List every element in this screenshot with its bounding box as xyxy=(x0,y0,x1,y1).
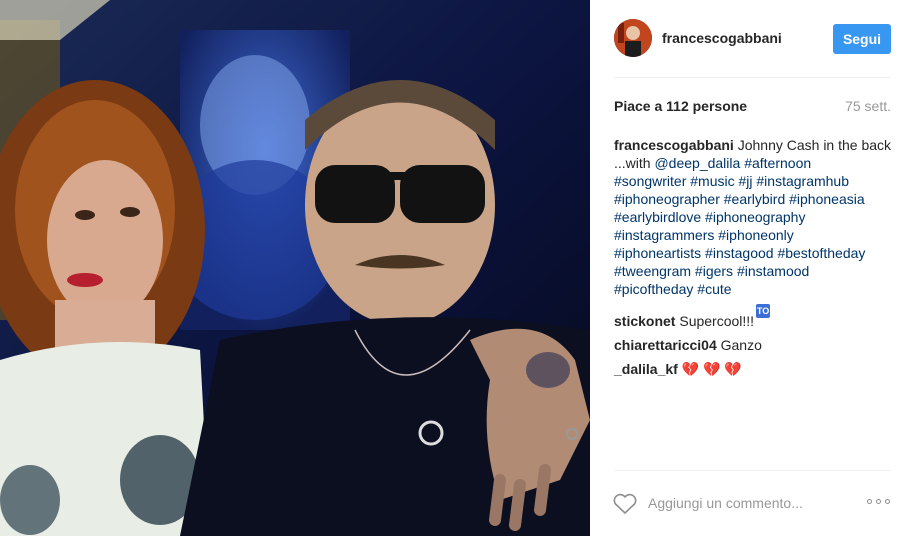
author-username[interactable]: francescogabbani xyxy=(662,30,782,46)
header-divider xyxy=(614,77,891,78)
hashtags[interactable]: #songwriter #music #jj #instagramhub xyxy=(614,173,849,189)
post-photo[interactable] xyxy=(0,0,590,536)
comment-item: _dalila_kf 💔 💔 💔 xyxy=(614,360,900,378)
footer-divider xyxy=(614,470,891,471)
post-sidebar: francescogabbani Segui Piace a 112 perso… xyxy=(590,0,903,536)
caption-line-8: #tweengram #igers #instamood xyxy=(614,262,900,280)
caption-line-3: #songwriter #music #jj #instagramhub xyxy=(614,172,900,190)
post-footer xyxy=(612,490,891,518)
comment-item: chiarettaricci04 Ganzo xyxy=(614,336,900,354)
hashtags[interactable]: #picoftheday #cute xyxy=(614,281,732,297)
caption-line-4: #iphoneographer #earlybird #iphoneasia xyxy=(614,190,900,208)
caption-username[interactable]: francescogabbani xyxy=(614,137,734,153)
add-comment-input[interactable] xyxy=(648,492,848,514)
comment-item: stickonet Supercool!!!TOP xyxy=(614,304,900,330)
likes-count[interactable]: Piace a 112 persone xyxy=(614,98,747,114)
comment-text: Ganzo xyxy=(720,337,762,353)
comment-text: 💔 💔 💔 xyxy=(681,361,742,377)
hashtags[interactable]: #tweengram #igers #instamood xyxy=(614,263,809,279)
comment-username[interactable]: stickonet xyxy=(614,313,675,329)
post-time[interactable]: 75 sett. xyxy=(845,98,891,114)
caption-line-6: #instagrammers #iphoneonly xyxy=(614,226,900,244)
comment-text: Supercool!!! xyxy=(679,313,755,329)
comment-username[interactable]: _dalila_kf xyxy=(614,361,678,377)
avatar-image xyxy=(614,19,652,57)
caption-mention[interactable]: @deep_dalila #afternoon xyxy=(654,155,811,171)
caption-line-5: #earlybirdlove #iphoneography xyxy=(614,208,900,226)
caption-line-7: #iphoneartists #instagood #bestoftheday xyxy=(614,244,900,262)
top-arrow-emoji: TOP xyxy=(756,304,771,330)
caption-line-9: #picoftheday #cute xyxy=(614,280,900,298)
more-options-icon[interactable] xyxy=(867,496,891,508)
comments-list: francescogabbani Johnny Cash in the back… xyxy=(614,136,900,384)
caption-line-2: ...with @deep_dalila #afternoon xyxy=(614,154,900,172)
author-avatar[interactable] xyxy=(614,19,652,57)
hashtags[interactable]: #iphoneographer #earlybird #iphoneasia xyxy=(614,191,865,207)
post-photo-image xyxy=(0,0,590,536)
hashtags[interactable]: #instagrammers #iphoneonly xyxy=(614,227,794,243)
comment-username[interactable]: chiarettaricci04 xyxy=(614,337,717,353)
caption-prefix: ...with xyxy=(614,155,655,171)
caption-line-1: Johnny Cash in the back xyxy=(737,137,892,153)
hashtags[interactable]: #earlybirdlove #iphoneography xyxy=(614,209,805,225)
post-header: francescogabbani Segui xyxy=(614,18,891,58)
follow-button[interactable]: Segui xyxy=(833,24,891,54)
caption: francescogabbani Johnny Cash in the back… xyxy=(614,136,900,298)
likes-row: Piace a 112 persone 75 sett. xyxy=(614,98,891,116)
hashtags[interactable]: #iphoneartists #instagood #bestoftheday xyxy=(614,245,865,261)
heart-outline-icon[interactable] xyxy=(612,492,638,516)
